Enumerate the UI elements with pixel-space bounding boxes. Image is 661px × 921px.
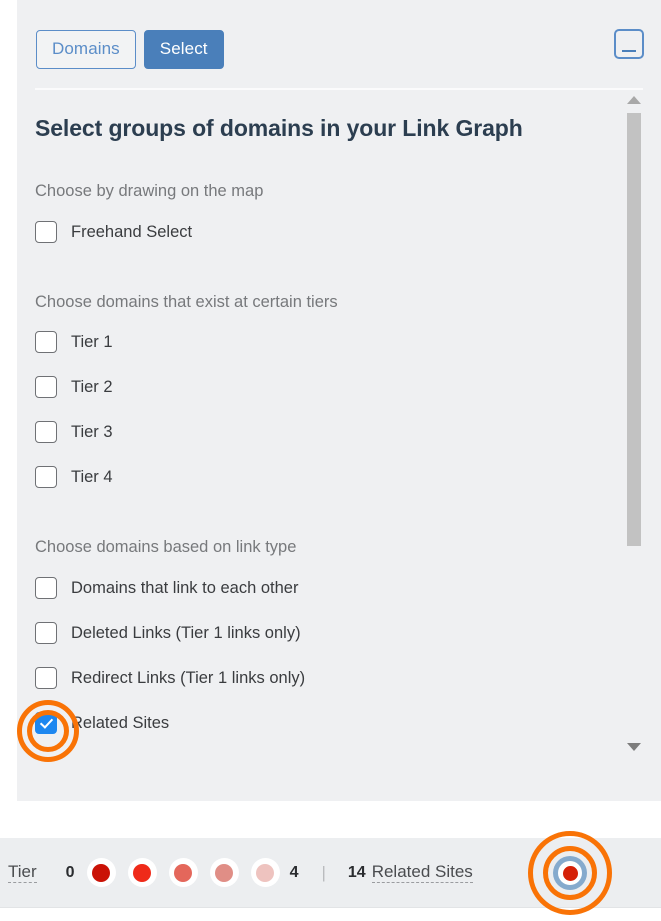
tier-dot-4 xyxy=(250,858,280,887)
checkbox-related-sites[interactable] xyxy=(35,712,57,734)
group-label-tiers: Choose domains that exist at certain tie… xyxy=(35,293,338,311)
group-label-link-type: Choose domains based on link type xyxy=(35,538,297,556)
legend-related-count: 14 xyxy=(347,863,366,881)
checkbox-tier-3[interactable] xyxy=(35,421,57,443)
legend-tier-label[interactable]: Tier xyxy=(8,862,37,883)
page-title: Select groups of domains in your Link Gr… xyxy=(35,115,523,141)
legend-tier-dots xyxy=(86,858,280,887)
panel-scrollbar[interactable] xyxy=(625,90,643,801)
checkbox-label-tier-1: Tier 1 xyxy=(71,332,113,351)
panel-header: Domains Select xyxy=(17,0,661,88)
checkbox-row-redirect-links[interactable]: Redirect Links (Tier 1 links only) xyxy=(35,666,305,690)
checkbox-domains-link-each-other[interactable] xyxy=(35,577,57,599)
scroll-down-arrow-icon[interactable] xyxy=(627,743,641,751)
tier-dot-0 xyxy=(86,858,116,887)
checkbox-label-domains-link-each-other: Domains that link to each other xyxy=(71,578,299,597)
checkbox-tier-1[interactable] xyxy=(35,331,57,353)
checkbox-row-tier-1[interactable]: Tier 1 xyxy=(35,330,113,354)
scrollbar-thumb[interactable] xyxy=(627,113,641,546)
checkbox-row-freehand-select[interactable]: Freehand Select xyxy=(35,220,192,244)
checkbox-label-tier-4: Tier 4 xyxy=(71,467,113,486)
checkbox-tier-4[interactable] xyxy=(35,466,57,488)
related-sites-marker-mid xyxy=(558,861,582,885)
checkbox-row-related-sites[interactable]: Related Sites xyxy=(35,711,169,735)
panel-body: Select groups of domains in your Link Gr… xyxy=(17,90,661,801)
legend-divider: | xyxy=(321,862,326,882)
legend-tier-max: 4 xyxy=(289,863,299,881)
select-panel: Domains Select Select groups of domains … xyxy=(17,0,661,801)
scroll-up-arrow-icon[interactable] xyxy=(627,96,641,104)
checkbox-label-deleted-links: Deleted Links (Tier 1 links only) xyxy=(71,623,301,642)
tier-dot-1 xyxy=(127,858,157,887)
related-sites-marker-icon xyxy=(553,856,587,890)
domains-button[interactable]: Domains xyxy=(36,30,136,69)
checkbox-label-redirect-links: Redirect Links (Tier 1 links only) xyxy=(71,668,306,687)
checkbox-freehand-select[interactable] xyxy=(35,221,57,243)
legend-tier-min: 0 xyxy=(65,863,75,881)
checkbox-row-tier-3[interactable]: Tier 3 xyxy=(35,420,113,444)
checkbox-redirect-links[interactable] xyxy=(35,667,57,689)
checkbox-label-related-sites: Related Sites xyxy=(71,713,170,732)
related-sites-marker-core xyxy=(562,865,578,881)
checkbox-label-tier-3: Tier 3 xyxy=(71,422,113,441)
group-label-draw: Choose by drawing on the map xyxy=(35,182,264,200)
checkbox-tier-2[interactable] xyxy=(35,376,57,398)
checkbox-deleted-links[interactable] xyxy=(35,622,57,644)
screen-root: Domains Select Select groups of domains … xyxy=(0,0,661,921)
panel-tab-buttons: Domains Select xyxy=(36,30,224,69)
checkbox-row-tier-4[interactable]: Tier 4 xyxy=(35,465,113,489)
tier-dot-2 xyxy=(168,858,198,887)
select-button[interactable]: Select xyxy=(143,30,224,69)
tier-dot-3 xyxy=(209,858,239,887)
legend-related-sites-label[interactable]: Related Sites xyxy=(371,862,473,883)
checkbox-row-domains-link-each-other[interactable]: Domains that link to each other xyxy=(35,576,298,600)
collapse-panel-icon[interactable] xyxy=(614,29,644,59)
checkbox-row-deleted-links[interactable]: Deleted Links (Tier 1 links only) xyxy=(35,621,301,645)
checkbox-label-tier-2: Tier 2 xyxy=(71,377,113,396)
checkbox-row-tier-2[interactable]: Tier 2 xyxy=(35,375,113,399)
checkbox-label-freehand-select: Freehand Select xyxy=(71,222,193,241)
